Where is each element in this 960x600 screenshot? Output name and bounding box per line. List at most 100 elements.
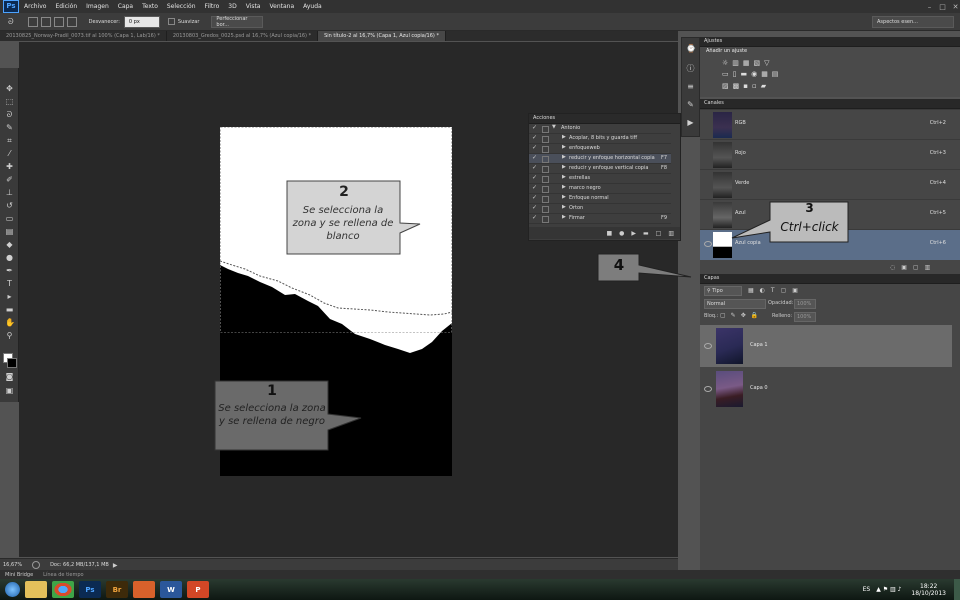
info-icon[interactable]: ⓘ <box>686 64 695 73</box>
lasso-tool-icon[interactable]: ᘐ <box>8 17 14 27</box>
language-indicator[interactable]: ES <box>863 586 871 593</box>
channel-row[interactable]: RGB Ctrl+2 <box>700 109 960 140</box>
action-row[interactable]: ✓ ▶ Orton <box>529 204 671 214</box>
fill-input[interactable]: 100% <box>794 312 816 322</box>
history-brush-icon[interactable]: ↺ <box>5 201 14 210</box>
doc-tab-sin-titulo[interactable]: Sin título-2 al 16,7% (Capa 1, Azul copi… <box>318 31 446 41</box>
type-tool-icon[interactable]: T <box>5 279 14 288</box>
tab-mini-bridge[interactable]: Mini Bridge <box>0 572 38 578</box>
menu-filtro[interactable]: Filtro <box>205 3 220 10</box>
taskbar-photoshop-icon[interactable]: Ps <box>79 581 101 598</box>
lasso-icon[interactable]: ᘐ <box>5 110 14 119</box>
menu-edicion[interactable]: Edición <box>55 3 77 10</box>
action-row[interactable]: ✓ ▶ enfoqueweb <box>529 144 671 154</box>
action-row[interactable]: ✓ ▶ Firmar F9 <box>529 214 671 224</box>
explorer-icon[interactable] <box>25 581 47 598</box>
brush-tool-icon[interactable]: ✐ <box>5 175 14 184</box>
brush-presets-icon[interactable]: ✎ <box>686 100 695 109</box>
action-row[interactable]: ✓ ▼ Antonio <box>529 124 671 134</box>
menu-vista[interactable]: Vista <box>246 3 261 10</box>
show-desktop-button[interactable] <box>954 579 960 600</box>
tray-icons[interactable]: ▲ ⚑ ▥ ♪ <box>876 586 901 593</box>
properties-icon[interactable]: ≡ <box>686 82 695 91</box>
taskbar-word-icon[interactable]: W <box>160 581 182 598</box>
adjustment-icons-row-3[interactable]: ▨▩▪▫▰ <box>722 82 770 90</box>
visibility-eye-icon[interactable] <box>704 241 712 247</box>
new-selection-icon[interactable] <box>27 16 38 27</box>
zoom-level[interactable]: 16,67% <box>3 562 22 568</box>
tab-timeline[interactable]: Línea de tiempo <box>38 572 88 578</box>
eyedropper-icon[interactable]: ⁄ <box>5 149 14 158</box>
background-color-swatch[interactable] <box>7 358 17 368</box>
visibility-eye-icon[interactable] <box>704 343 712 349</box>
close-icon[interactable]: ✕ <box>951 3 960 11</box>
pen-tool-icon[interactable]: ✒ <box>5 266 14 275</box>
xampp-icon[interactable] <box>133 581 155 598</box>
menu-seleccion[interactable]: Selección <box>167 3 196 10</box>
menu-texto[interactable]: Texto <box>142 3 158 10</box>
intersect-selection-icon[interactable] <box>66 16 77 27</box>
layer-filter-select[interactable]: ⚲ Tipo <box>704 286 742 296</box>
shape-tool-icon[interactable]: ▬ <box>5 305 14 314</box>
chrome-icon[interactable] <box>52 581 74 598</box>
channel-row[interactable]: Verde Ctrl+4 <box>700 169 960 200</box>
doc-tab-gredos[interactable]: 20130803_Gredos_0025.psd al 16,7% (Azul … <box>167 31 319 41</box>
status-info-icon[interactable] <box>32 561 41 569</box>
new-action-icon[interactable]: □ <box>656 230 662 237</box>
play-icon[interactable]: ▶ <box>631 230 636 237</box>
menu-ventana[interactable]: Ventana <box>269 3 294 10</box>
status-arrow-icon[interactable]: ▶ <box>113 562 118 569</box>
taskbar-powerpoint-icon[interactable]: P <box>187 581 209 598</box>
channel-footer-icons[interactable]: ◌▣▢▥ <box>890 264 936 271</box>
action-row[interactable]: ✓ ▶ reducir y enfoque horizontal copia F7 <box>529 154 671 164</box>
hand-tool-icon[interactable]: ✋ <box>5 318 15 327</box>
actions-icon[interactable]: ▶ <box>686 118 695 127</box>
menu-ayuda[interactable]: Ayuda <box>303 3 322 10</box>
stop-icon[interactable]: ■ <box>606 230 612 237</box>
quick-mask-icon[interactable]: ◙ <box>5 372 14 381</box>
refine-edge-button[interactable]: Perfeccionar bor... <box>211 15 264 28</box>
clone-stamp-icon[interactable]: ⊥ <box>5 188 14 197</box>
path-select-icon[interactable]: ▸ <box>5 292 14 301</box>
history-icon[interactable]: ⌚ <box>686 44 696 53</box>
taskbar-bridge-icon[interactable]: Br <box>106 581 128 598</box>
delete-icon[interactable]: ▥ <box>668 230 674 237</box>
action-row[interactable]: ✓ ▶ reducir y enfoque vertical copia F8 <box>529 164 671 174</box>
adjustment-icons-row-1[interactable]: ☼▥▦▧▽ <box>722 59 774 67</box>
start-button-icon[interactable] <box>5 582 20 597</box>
gradient-tool-icon[interactable]: ▤ <box>5 227 14 236</box>
menu-imagen[interactable]: Imagen <box>86 3 109 10</box>
quick-select-icon[interactable]: ✎ <box>5 123 14 132</box>
action-row[interactable]: ✓ ▶ estrellas <box>529 174 671 184</box>
healing-brush-icon[interactable]: ✚ <box>5 162 14 171</box>
maximize-icon[interactable]: □ <box>938 3 947 11</box>
zoom-tool-icon[interactable]: ⚲ <box>5 331 14 340</box>
workspace-select[interactable]: Aspectos esen... <box>872 15 954 28</box>
action-row[interactable]: ✓ ▶ Acoplar, 8 bits y guarda tiff <box>529 134 671 144</box>
antialias-checkbox[interactable] <box>167 18 175 25</box>
action-row[interactable]: ✓ ▶ Enfoque normal <box>529 194 671 204</box>
clock[interactable]: 18:22 18/10/2013 <box>911 583 946 597</box>
move-tool-icon[interactable]: ✥ <box>5 84 14 93</box>
menu-capa[interactable]: Capa <box>118 3 133 10</box>
lock-icons[interactable]: ▢✎✥🔒 <box>720 312 763 319</box>
screen-mode-icon[interactable]: ▣ <box>5 386 14 395</box>
layer-row[interactable]: Capa 0 <box>700 368 952 410</box>
subtract-selection-icon[interactable] <box>53 16 64 27</box>
menu-archivo[interactable]: Archivo <box>24 3 46 10</box>
blur-tool-icon[interactable]: ◆ <box>5 240 14 249</box>
action-row[interactable]: ✓ ▶ marco negro <box>529 184 671 194</box>
record-icon[interactable]: ● <box>619 230 624 237</box>
feather-input[interactable]: 0 px <box>123 15 160 28</box>
doc-tab-norway[interactable]: 20130825_Norway-Pradil_0073.tif al 100% … <box>0 31 167 41</box>
menu-3d[interactable]: 3D <box>228 3 236 10</box>
blend-mode-select[interactable]: Normal <box>704 299 766 309</box>
eraser-icon[interactable]: ▭ <box>5 214 14 223</box>
channel-row[interactable]: Rojo Ctrl+3 <box>700 139 960 170</box>
minimize-icon[interactable]: – <box>925 3 934 11</box>
marquee-tool-icon[interactable]: ⬚ <box>5 97 14 106</box>
crop-tool-icon[interactable]: ⌗ <box>5 136 14 145</box>
new-set-icon[interactable]: ▬ <box>643 230 649 237</box>
opacity-input[interactable]: 100% <box>794 299 816 309</box>
add-selection-icon[interactable] <box>40 16 51 27</box>
